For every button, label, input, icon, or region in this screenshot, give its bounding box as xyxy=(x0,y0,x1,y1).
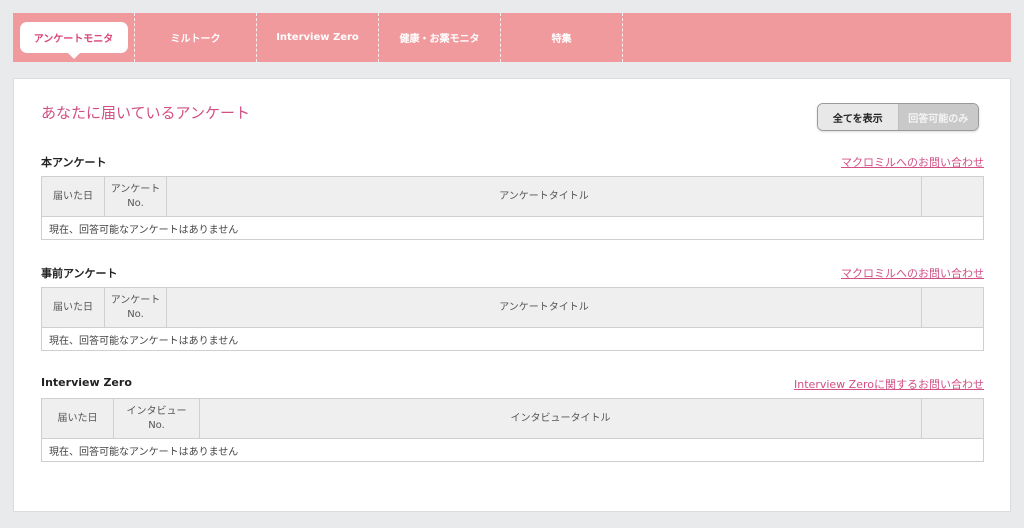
section-title: Interview Zero xyxy=(41,376,132,389)
table-row: 現在、回答可能なアンケートはありません xyxy=(41,216,984,240)
content-panel: あなたに届いているアンケート 全てを表示 回答可能のみ 本アンケート マクロミル… xyxy=(13,78,1011,512)
nav-tab-miltalk[interactable]: ミルトーク xyxy=(135,13,257,62)
table-header-row: 届いた日 インタビュー No. インタビュータイトル xyxy=(41,398,984,439)
col-title: アンケートタイトル xyxy=(166,176,922,217)
table-row: 現在、回答可能なアンケートはありません xyxy=(41,438,984,462)
survey-table: 届いた日 アンケート No. アンケートタイトル 現在、回答可能なアンケートはあり… xyxy=(41,287,984,351)
nav-tab-health-monitor[interactable]: 健康・お薬モニタ xyxy=(379,13,501,62)
col-no: アンケート No. xyxy=(104,176,167,217)
empty-message: 現在、回答可能なアンケートはありません xyxy=(41,327,984,351)
show-all-button[interactable]: 全てを表示 xyxy=(818,104,899,130)
contact-link[interactable]: Interview Zeroに関するお問い合わせ xyxy=(794,376,984,392)
table-header-row: 届いた日 アンケート No. アンケートタイトル xyxy=(41,176,984,217)
col-title: インタビュータイトル xyxy=(199,398,922,439)
interview-table: 届いた日 インタビュー No. インタビュータイトル 現在、回答可能なアンケートは… xyxy=(41,398,984,462)
col-date: 届いた日 xyxy=(41,398,114,439)
nav-filler xyxy=(623,13,1011,62)
answerable-only-button[interactable]: 回答可能のみ xyxy=(898,104,978,130)
empty-message: 現在、回答可能なアンケートはありません xyxy=(41,438,984,462)
col-date: 届いた日 xyxy=(41,176,105,217)
interview-zero-section: Interview Zero Interview Zeroに関するお問い合わせ … xyxy=(41,376,984,462)
col-extra xyxy=(921,176,984,217)
page-title: あなたに届いているアンケート xyxy=(41,104,250,122)
top-nav: アンケートモニタ ミルトーク Interview Zero 健康・お薬モニタ 特… xyxy=(13,13,1011,62)
col-no: インタビュー No. xyxy=(113,398,200,439)
section-title: 事前アンケート xyxy=(41,267,118,280)
col-extra xyxy=(921,398,984,439)
table-row: 現在、回答可能なアンケートはありません xyxy=(41,327,984,351)
col-title: アンケートタイトル xyxy=(166,287,922,328)
section-title: 本アンケート xyxy=(41,156,107,169)
main-survey-section: 本アンケート マクロミルへのお問い合わせ 届いた日 アンケート No. アンケート… xyxy=(41,154,984,240)
table-header-row: 届いた日 アンケート No. アンケートタイトル xyxy=(41,287,984,328)
filter-toggle: 全てを表示 回答可能のみ xyxy=(817,103,979,131)
nav-tab-interview-zero[interactable]: Interview Zero xyxy=(257,13,379,62)
col-date: 届いた日 xyxy=(41,287,105,328)
nav-tab-special[interactable]: 特集 xyxy=(501,13,623,62)
contact-link[interactable]: マクロミルへのお問い合わせ xyxy=(841,265,984,281)
empty-message: 現在、回答可能なアンケートはありません xyxy=(41,216,984,240)
pre-survey-section: 事前アンケート マクロミルへのお問い合わせ 届いた日 アンケート No. アンケー… xyxy=(41,265,984,351)
nav-tab-label: アンケートモニタ xyxy=(19,22,128,59)
survey-table: 届いた日 アンケート No. アンケートタイトル 現在、回答可能なアンケートはあり… xyxy=(41,176,984,240)
nav-tab-survey-monitor[interactable]: アンケートモニタ xyxy=(13,13,135,62)
col-extra xyxy=(921,287,984,328)
contact-link[interactable]: マクロミルへのお問い合わせ xyxy=(841,154,984,170)
col-no: アンケート No. xyxy=(104,287,167,328)
